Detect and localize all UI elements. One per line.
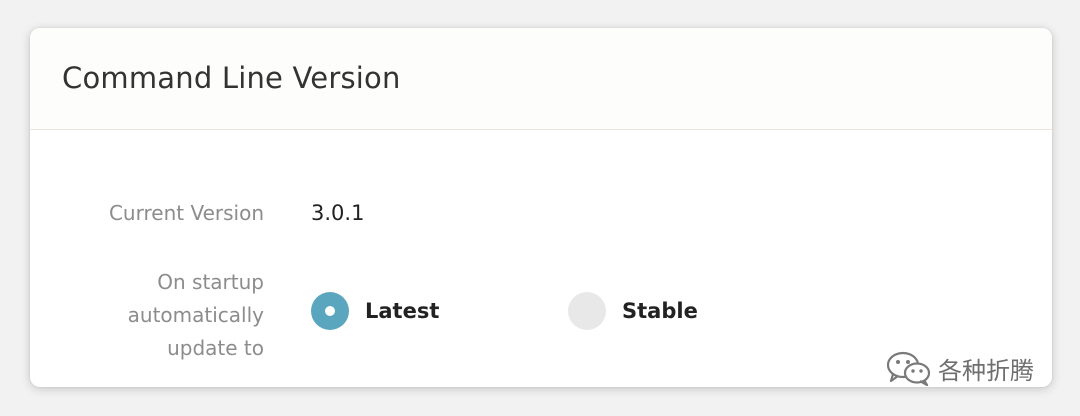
radio-label-latest: Latest <box>365 299 440 323</box>
radio-option-stable[interactable]: Stable <box>568 291 698 331</box>
watermark: 各种折腾 <box>886 350 1034 386</box>
radio-unchecked-icon[interactable] <box>568 292 606 330</box>
panel-title: Command Line Version <box>62 61 401 95</box>
wechat-icon <box>886 351 931 386</box>
startup-update-label: On startup automatically update to <box>127 270 264 360</box>
current-version-label: Current Version <box>108 201 264 225</box>
radio-dot-icon <box>325 306 335 316</box>
watermark-text: 各种折腾 <box>938 356 1034 385</box>
radio-label-stable: Stable <box>622 299 698 323</box>
panel-header: Command Line Version <box>30 28 1052 130</box>
current-version-value: 3.0.1 <box>311 201 365 225</box>
command-line-version-panel: Command Line Version Current Version 3.0… <box>30 28 1052 387</box>
radio-checked-icon[interactable] <box>311 292 349 330</box>
radio-option-latest[interactable]: Latest <box>311 291 439 331</box>
